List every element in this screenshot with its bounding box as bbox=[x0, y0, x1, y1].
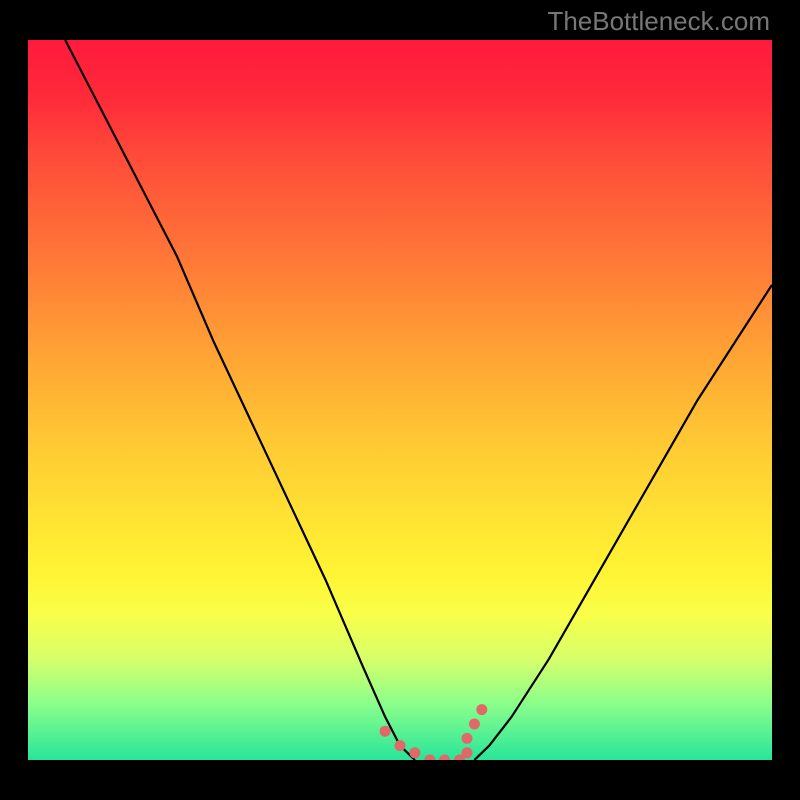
plot-area bbox=[28, 40, 772, 760]
floor-dot bbox=[462, 747, 473, 758]
floor-dots bbox=[28, 40, 772, 760]
floor-dot bbox=[439, 755, 450, 761]
floor-dot bbox=[409, 747, 420, 758]
watermark-text: TheBottleneck.com bbox=[547, 6, 770, 37]
floor-dot bbox=[469, 719, 480, 730]
floor-dot bbox=[462, 733, 473, 744]
floor-dot bbox=[395, 740, 406, 751]
floor-dot bbox=[380, 726, 391, 737]
floor-dot bbox=[476, 704, 487, 715]
chart-frame: TheBottleneck.com bbox=[0, 0, 800, 800]
floor-dot bbox=[424, 755, 435, 761]
